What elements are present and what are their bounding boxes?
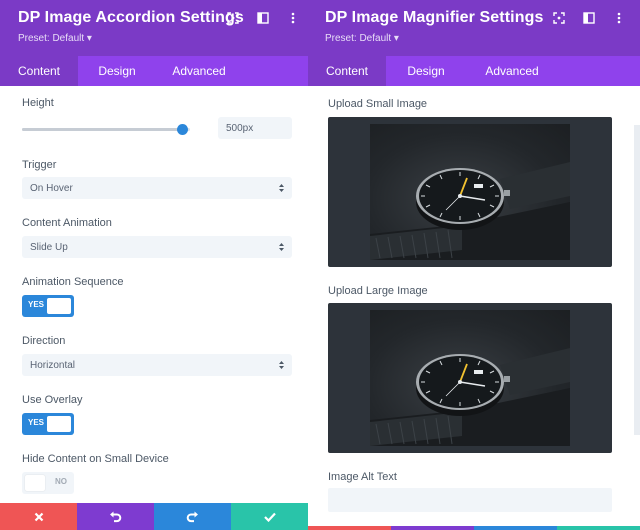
tab-bar: Content Design Advanced bbox=[308, 56, 640, 86]
direction-select[interactable]: Horizontal bbox=[22, 354, 292, 376]
trigger-select[interactable]: On Hover bbox=[22, 177, 292, 199]
tab-advanced[interactable]: Advanced bbox=[466, 56, 558, 86]
trigger-label: Trigger bbox=[22, 159, 57, 171]
columns-icon[interactable] bbox=[582, 11, 596, 25]
height-label: Height bbox=[22, 97, 54, 109]
wristwatch-photo bbox=[370, 310, 570, 446]
height-slider-handle[interactable] bbox=[177, 124, 188, 135]
height-slider-fill bbox=[22, 128, 182, 131]
height-input[interactable]: 500px bbox=[218, 117, 292, 139]
tab-content[interactable]: Content bbox=[0, 56, 78, 86]
preset-selector[interactable]: Preset: Default ▾ bbox=[18, 33, 92, 44]
content-animation-select-value: Slide Up bbox=[30, 241, 68, 253]
trigger-select-value: On Hover bbox=[30, 182, 73, 194]
hide-content-toggle[interactable]: NO bbox=[22, 472, 74, 494]
more-icon[interactable] bbox=[286, 11, 300, 25]
panel-header: DP Image Accordion Settings Preset: Defa… bbox=[0, 0, 308, 56]
close-icon bbox=[34, 512, 43, 521]
discard-button[interactable] bbox=[0, 503, 77, 530]
scrollbar[interactable] bbox=[634, 125, 640, 435]
tab-content[interactable]: Content bbox=[308, 56, 386, 86]
save-button[interactable] bbox=[231, 503, 308, 530]
alt-text-label: Image Alt Text bbox=[328, 471, 397, 483]
tab-design[interactable]: Design bbox=[386, 56, 466, 86]
toggle-text: YES bbox=[28, 300, 45, 309]
select-arrows-icon bbox=[279, 361, 284, 369]
toggle-knob bbox=[47, 298, 71, 314]
alt-text-input[interactable] bbox=[328, 488, 612, 512]
animation-sequence-label: Animation Sequence bbox=[22, 276, 124, 288]
select-arrows-icon bbox=[279, 184, 284, 192]
expand-icon[interactable] bbox=[552, 11, 566, 25]
expand-icon[interactable] bbox=[226, 11, 240, 25]
tab-bar: Content Design Advanced bbox=[0, 56, 308, 86]
preset-selector[interactable]: Preset: Default ▾ bbox=[325, 33, 399, 44]
tab-advanced[interactable]: Advanced bbox=[156, 56, 242, 86]
undo-button[interactable] bbox=[77, 503, 154, 530]
upload-large-label: Upload Large Image bbox=[328, 285, 428, 297]
action-bar-edge bbox=[308, 526, 640, 530]
accordion-settings-panel: DP Image Accordion Settings Preset: Defa… bbox=[0, 0, 308, 530]
upload-small-image[interactable] bbox=[328, 117, 612, 267]
magnifier-settings-panel: DP Image Magnifier Settings Preset: Defa… bbox=[308, 0, 640, 530]
wristwatch-photo bbox=[370, 124, 570, 260]
more-icon[interactable] bbox=[612, 11, 626, 25]
toggle-text: YES bbox=[28, 418, 45, 427]
select-arrows-icon bbox=[279, 243, 284, 251]
direction-label: Direction bbox=[22, 335, 66, 347]
use-overlay-label: Use Overlay bbox=[22, 394, 83, 406]
undo-icon bbox=[110, 511, 122, 522]
panel-header: DP Image Magnifier Settings Preset: Defa… bbox=[308, 0, 640, 56]
content-animation-label: Content Animation bbox=[22, 217, 112, 229]
check-icon bbox=[263, 512, 276, 522]
toggle-text: NO bbox=[55, 477, 67, 486]
direction-select-value: Horizontal bbox=[30, 359, 76, 371]
upload-large-image[interactable] bbox=[328, 303, 612, 453]
toggle-knob bbox=[25, 475, 45, 491]
redo-button[interactable] bbox=[154, 503, 231, 530]
hide-content-label: Hide Content on Small Device bbox=[22, 453, 169, 465]
height-slider[interactable] bbox=[22, 124, 190, 135]
redo-icon bbox=[186, 511, 198, 522]
use-overlay-toggle[interactable]: YES bbox=[22, 413, 74, 435]
panel-title: DP Image Magnifier Settings bbox=[325, 9, 544, 26]
upload-small-label: Upload Small Image bbox=[328, 98, 428, 110]
animation-sequence-toggle[interactable]: YES bbox=[22, 295, 74, 317]
toggle-knob bbox=[47, 416, 71, 432]
content-animation-select[interactable]: Slide Up bbox=[22, 236, 292, 258]
tab-design[interactable]: Design bbox=[78, 56, 156, 86]
columns-icon[interactable] bbox=[256, 11, 270, 25]
panel-title: DP Image Accordion Settings bbox=[18, 9, 244, 26]
action-bar bbox=[0, 503, 308, 530]
